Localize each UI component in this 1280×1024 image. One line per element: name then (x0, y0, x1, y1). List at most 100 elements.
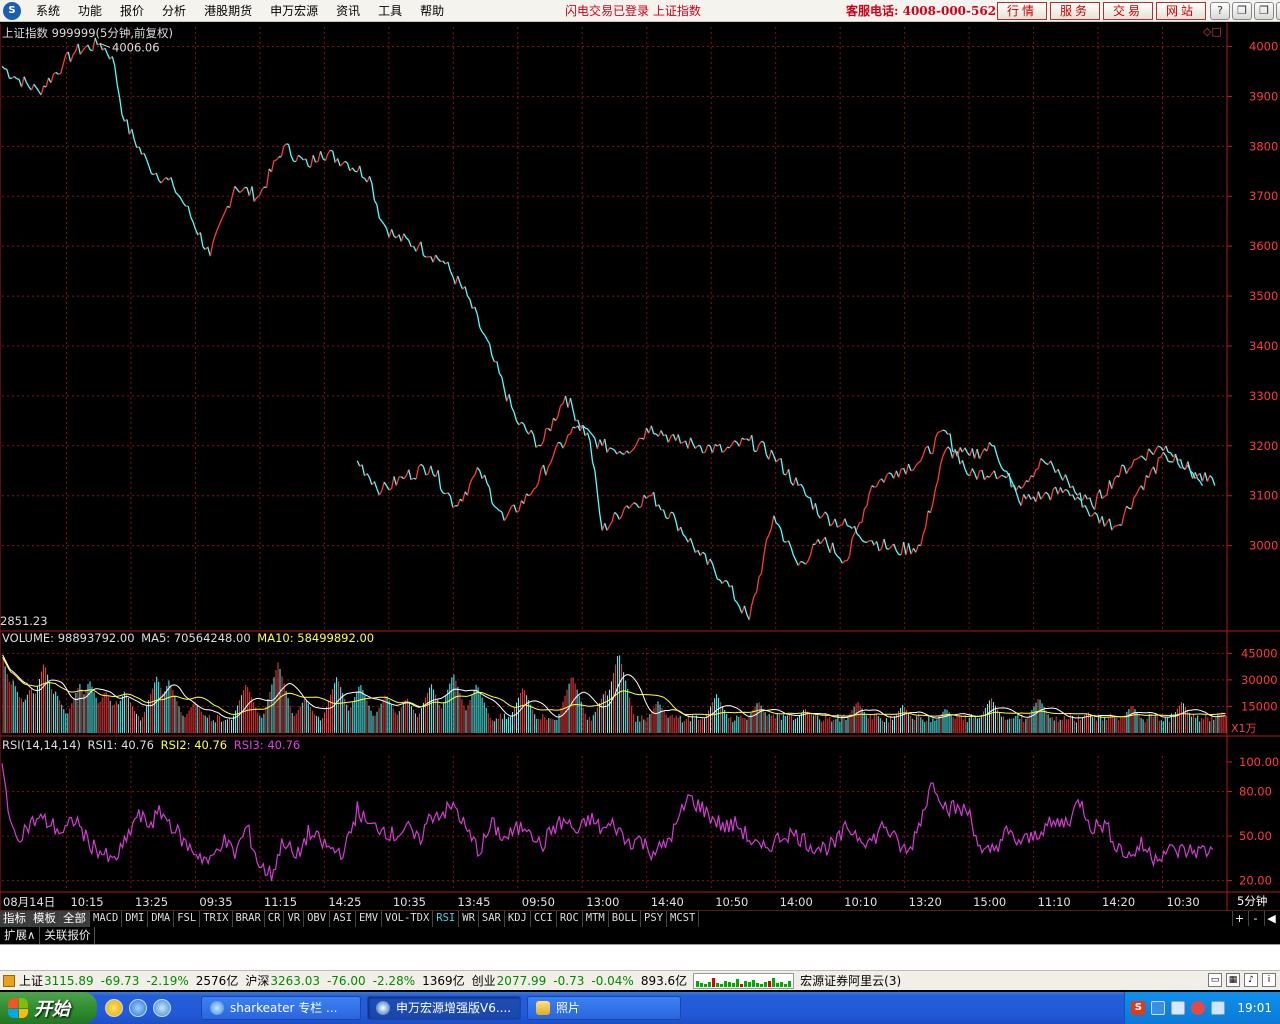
broker-server[interactable]: 宏源证券阿里云(3) (800, 972, 901, 989)
indicator-tab[interactable]: DMA (148, 911, 175, 927)
price-line-segment (319, 151, 324, 159)
signal-icon[interactable]: ♪ (1244, 973, 1258, 987)
quicklaunch-app-icon[interactable] (105, 999, 123, 1017)
menu-item[interactable]: 工具 (369, 0, 411, 22)
volume-bar (1013, 718, 1015, 733)
kline-chart[interactable]: 08月14日 10:15 13:25 09:35 11:15 14:25 10:35 13:4… (0, 23, 1280, 910)
price-line-segment (1067, 480, 1071, 489)
related-quotes-tab[interactable]: 关联报价 (40, 927, 96, 944)
menu-item[interactable]: 报价 (111, 0, 153, 22)
indicator-tab[interactable]: OBV (304, 911, 331, 927)
menu-item[interactable]: 港股期货 (195, 0, 261, 22)
indicator-tab[interactable]: DMI (122, 911, 149, 927)
indicator-tab[interactable]: ASI (330, 911, 357, 927)
volume-bar (503, 713, 505, 733)
indicator-tab[interactable]: 指标 (0, 911, 30, 927)
volume-bar (596, 707, 598, 733)
price-line-segment (1206, 475, 1211, 482)
expand-tab[interactable]: 扩展∧ (0, 927, 41, 944)
volume-bar (30, 688, 32, 733)
app-logo-icon[interactable]: S (3, 1, 21, 20)
market-button[interactable]: 行情 (997, 2, 1047, 20)
restore-button[interactable]: ❐ (1254, 2, 1274, 20)
task-trading-app[interactable]: 申万宏源增强版V6.... (367, 996, 521, 1020)
minimize-button[interactable]: ❐ (1232, 2, 1252, 20)
indicator-tab[interactable]: SAR (479, 911, 505, 927)
menu-item[interactable]: 分析 (153, 0, 195, 22)
price-line-segment (650, 425, 655, 434)
volume-bar (722, 706, 724, 733)
tab-nav-button[interactable]: ◀ (1264, 911, 1278, 926)
price-line-segment (910, 548, 915, 555)
window-icon[interactable]: ▭ (1208, 973, 1222, 987)
shield-icon[interactable] (1211, 1001, 1226, 1015)
indicator-tab[interactable]: FSL (174, 911, 201, 927)
price-line-segment (1179, 459, 1184, 468)
trade-button[interactable]: 交易 (1103, 2, 1153, 20)
price-line-segment (976, 448, 981, 460)
price-line-segment (471, 474, 476, 479)
price-tick-label: 3600 (1249, 239, 1278, 253)
indicator-tab[interactable]: VR (284, 911, 305, 927)
tab-nav-button[interactable]: - (1248, 911, 1262, 926)
ie-icon[interactable] (153, 999, 171, 1017)
ticker-menu-icon[interactable] (3, 974, 15, 987)
task-browser[interactable]: sharkeater 专栏 ... (201, 996, 361, 1020)
indicator-tab[interactable]: EMV (356, 911, 383, 927)
price-line-segment (420, 463, 424, 467)
menu-item[interactable]: 资讯 (327, 0, 369, 22)
start-button[interactable]: 开始 (0, 992, 97, 1024)
menu-item[interactable]: 系统 (27, 0, 69, 22)
price-line-segment (486, 482, 491, 489)
indicator-tab[interactable]: MCST (667, 911, 700, 927)
website-button[interactable]: 网站 (1156, 2, 1206, 20)
price-line-segment (849, 525, 853, 529)
price-line-segment (714, 443, 718, 447)
price-line-segment (699, 551, 704, 556)
close-button[interactable]: ✕ (1276, 2, 1280, 20)
network-icon[interactable] (1171, 1001, 1186, 1015)
indicator-tab[interactable]: CCI (531, 911, 557, 927)
tab-nav-button[interactable]: + (1232, 911, 1246, 926)
browser-icon[interactable] (129, 999, 147, 1017)
menu-item[interactable]: 帮助 (411, 0, 453, 22)
volume-bar (1019, 719, 1021, 733)
indicator-tab[interactable]: RSI (433, 911, 460, 927)
indicator-tab[interactable]: PSY (641, 911, 668, 927)
indicator-tab[interactable]: ROC (557, 911, 583, 927)
service-button[interactable]: 服务 (1050, 2, 1100, 20)
menu-item[interactable]: 申万宏源 (261, 0, 327, 22)
indicator-tab[interactable]: BRAR (233, 911, 265, 927)
indicator-tab[interactable]: KDJ (505, 911, 531, 927)
info-icon[interactable]: i (1262, 973, 1276, 987)
indicator-tab[interactable]: MTM (583, 911, 609, 927)
panel-corner-icon[interactable]: ◇□ (1203, 25, 1222, 38)
task-photos[interactable]: 照片 (527, 996, 681, 1020)
price-line-segment (231, 186, 236, 197)
settings-icon[interactable] (1151, 1001, 1166, 1015)
price-line-segment (1020, 485, 1025, 490)
service-hotline: 客服电话: 4008-000-562 (846, 4, 997, 18)
input-method-icon[interactable]: S (1131, 1001, 1146, 1015)
folder-icon (536, 1001, 550, 1015)
indicator-tab[interactable]: VOL-TDX (382, 911, 434, 927)
indicator-tab[interactable]: 模板 (30, 911, 60, 927)
volume-bar (637, 715, 639, 733)
indicator-tab[interactable]: MACD (90, 911, 123, 927)
price-line-segment (23, 76, 28, 83)
indicator-tab[interactable]: TRIX (200, 911, 233, 927)
indicator-tab[interactable]: WR (459, 911, 479, 927)
app-window: S 系统 功能 报价 分析 港股期货 申万宏源 资讯 工具 帮助 闪电交易已登录 上证指数 客服… (0, 0, 1280, 1024)
indicator-tab[interactable]: BOLL (609, 911, 642, 927)
menu-item[interactable]: 功能 (69, 0, 111, 22)
security-icon[interactable] (1191, 1001, 1206, 1015)
period-label[interactable]: 5分钟 (1237, 893, 1267, 909)
indicator-tab[interactable]: CR (265, 911, 285, 927)
help-button[interactable]: ? (1210, 2, 1230, 20)
volume-bar (501, 719, 503, 733)
rsi-panel-title: RSI(14,14,14) RSI1: 40.76 RSI2: 40.76 RS… (2, 738, 300, 752)
indicator-tab[interactable]: 全部 (60, 911, 90, 927)
calendar-icon[interactable]: ▦ (1226, 973, 1240, 987)
price-line-segment (599, 439, 603, 447)
chart-area[interactable]: 08月14日 10:15 13:25 09:35 11:15 14:25 10:35 13:4… (0, 23, 1280, 910)
